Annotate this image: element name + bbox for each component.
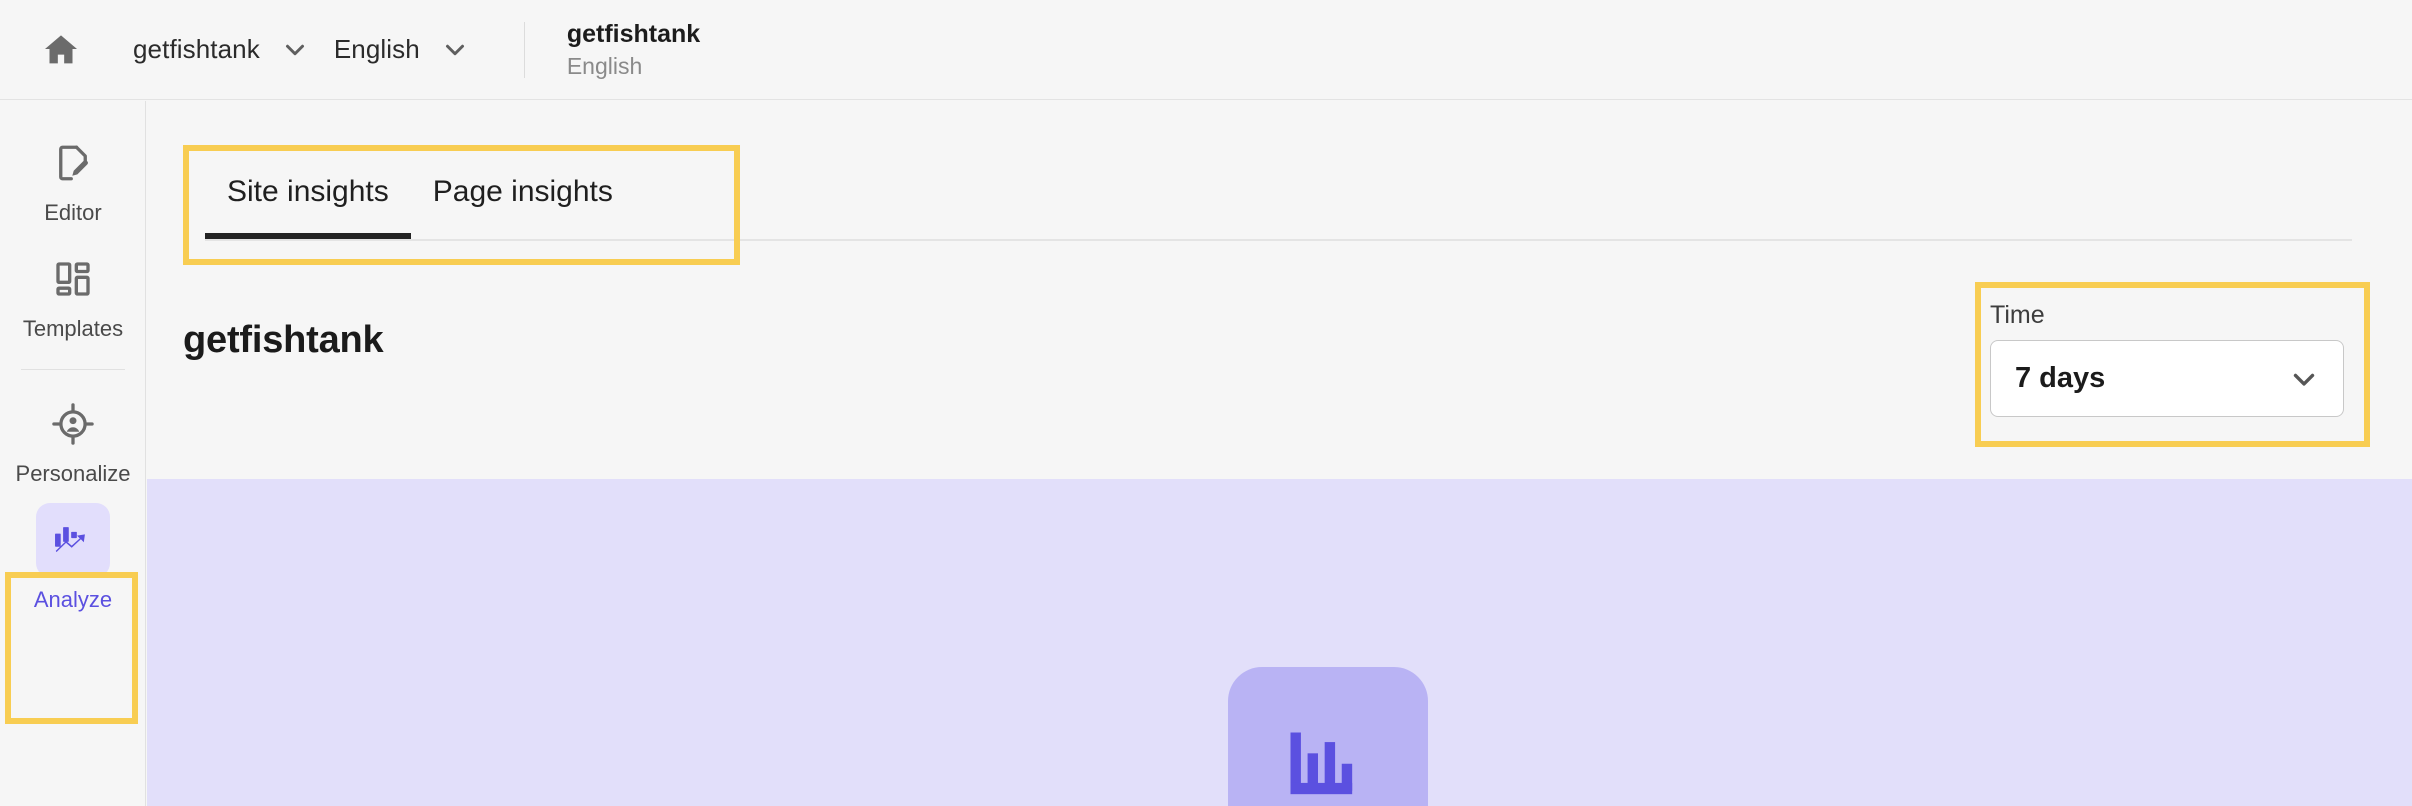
sidebar-divider xyxy=(20,369,125,370)
analytics-page: getfishtank English getfishtank English xyxy=(0,0,2412,806)
chevron-down-icon[interactable] xyxy=(280,35,310,65)
main-content: Site insights Page insights getfishtank … xyxy=(147,101,2412,806)
tab-page-insights[interactable]: Page insights xyxy=(411,145,635,239)
home-icon xyxy=(41,30,81,70)
sidebar-item-editor[interactable]: Editor xyxy=(0,123,146,239)
time-range-value: 7 days xyxy=(2015,362,2106,394)
current-site-info: getfishtank English xyxy=(567,20,700,79)
tab-site-insights[interactable]: Site insights xyxy=(205,145,411,239)
bar-chart-icon-tile xyxy=(1228,667,1428,806)
page-title: getfishtank xyxy=(183,319,384,361)
time-range-select[interactable]: 7 days xyxy=(1990,340,2344,417)
left-sidebar: Editor Templates Personalize Analyze xyxy=(0,101,146,806)
header-divider xyxy=(523,21,525,78)
tab-label: Site insights xyxy=(227,175,389,208)
bar-chart-trend-icon xyxy=(36,503,110,577)
chevron-down-icon[interactable] xyxy=(440,35,470,65)
current-site-language: English xyxy=(566,52,643,79)
sidebar-item-personalize[interactable]: Personalize xyxy=(0,384,146,500)
breadcrumb-item-site[interactable]: getfishtank xyxy=(133,34,334,65)
time-filter: Time 7 days xyxy=(1990,301,2360,417)
home-button[interactable] xyxy=(29,18,93,82)
sidebar-item-label: Editor xyxy=(44,200,102,225)
sidebar-item-label: Templates xyxy=(22,316,124,341)
sidebar-item-templates[interactable]: Templates xyxy=(0,239,146,355)
sidebar-item-analyze[interactable]: Analyze xyxy=(0,500,146,616)
bar-chart-icon xyxy=(1278,715,1378,806)
breadcrumb-item-language[interactable]: English xyxy=(334,34,494,65)
top-header-bar: getfishtank English getfishtank English xyxy=(0,0,2412,100)
current-site-name: getfishtank xyxy=(566,19,701,48)
breadcrumb: getfishtank English xyxy=(133,0,494,99)
breadcrumb-language-label: English xyxy=(333,34,420,64)
document-edit-icon xyxy=(46,136,100,190)
insights-tabs: Site insights Page insights xyxy=(205,145,2410,243)
chevron-down-icon[interactable] xyxy=(2287,362,2321,396)
sidebar-item-label: Personalize xyxy=(15,461,131,486)
breadcrumb-site-label: getfishtank xyxy=(133,34,260,64)
sidebar-item-label: Analyze xyxy=(33,587,113,612)
time-filter-label: Time xyxy=(1990,301,2045,329)
tab-label: Page insights xyxy=(432,175,613,208)
target-person-icon xyxy=(46,397,100,451)
templates-grid-icon xyxy=(46,252,100,306)
analytics-empty-state xyxy=(147,479,2412,806)
